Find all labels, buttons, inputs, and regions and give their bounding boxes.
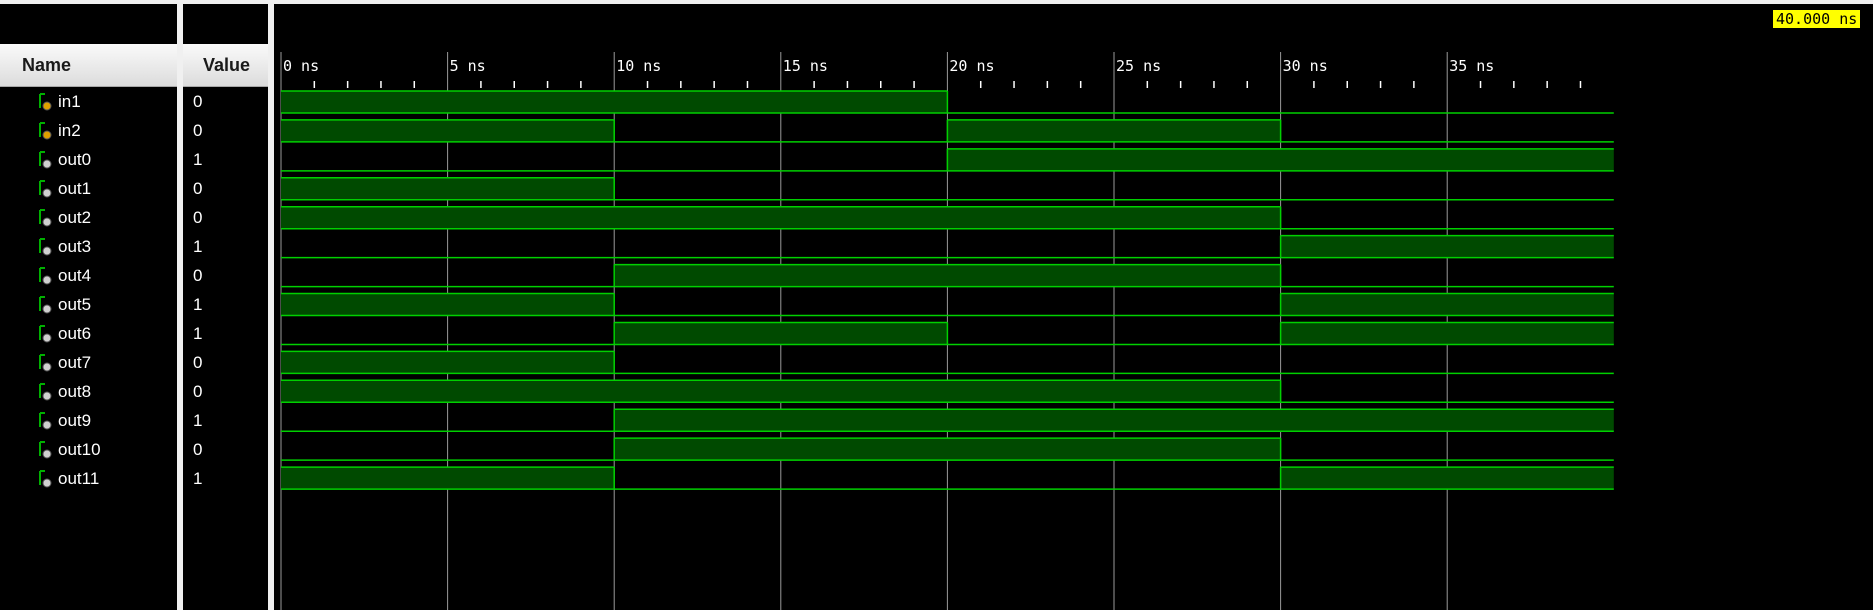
time-tick-label: 30 ns (1283, 57, 1328, 75)
name-column-header[interactable]: Name (0, 44, 177, 87)
waveform-high-region (614, 438, 1281, 461)
signal-name-label: out6 (58, 323, 92, 343)
waveform-high-region (1280, 467, 1614, 490)
output-signal-icon (36, 179, 52, 199)
waveform-viewer: Name Value in1 0 in2 0 out0 1 out1 0 out2 0 out3 1 o… (0, 0, 1873, 610)
signal-name-label: out11 (58, 468, 100, 488)
waveform-high-region (281, 467, 615, 490)
output-signal-icon (36, 208, 52, 228)
waveform-high-region (1280, 322, 1614, 345)
input-signal-icon (36, 121, 52, 141)
signal-name-label: out9 (58, 410, 92, 430)
cursor-time-label: 40.000 ns (1773, 10, 1861, 28)
waveform-high-region (947, 148, 1614, 171)
waveform-high-region (614, 264, 1281, 287)
time-tick-label: 20 ns (949, 57, 994, 75)
waveform-high-region (1280, 235, 1614, 258)
time-tick-label: 25 ns (1116, 57, 1161, 75)
waveform-high-region (614, 322, 948, 345)
output-signal-icon (36, 382, 52, 402)
output-signal-icon (36, 150, 52, 170)
signal-name-label: out8 (58, 381, 92, 401)
time-tick-label: 35 ns (1449, 57, 1494, 75)
output-signal-icon (36, 469, 52, 489)
waveform-canvas[interactable]: 0 ns 5 ns 10 ns 15 ns 20 ns 25 ns 30 ns 35 ns (274, 4, 1873, 610)
output-signal-icon (36, 353, 52, 373)
signal-name-label: out10 (58, 439, 101, 459)
waveform-high-region (281, 206, 1281, 229)
input-signal-icon (36, 92, 52, 112)
waveform-high-region (281, 119, 615, 142)
waveform-high-region (281, 177, 615, 200)
output-signal-icon (36, 411, 52, 431)
time-tick-label: 0 ns (283, 57, 319, 75)
time-tick-label: 5 ns (450, 57, 486, 75)
signal-name-label: out4 (58, 266, 92, 286)
waveform-high-region (281, 351, 615, 374)
waveform-high-region (1280, 293, 1614, 316)
signal-name-label: out3 (58, 237, 92, 257)
signal-name-label: in2 (58, 121, 81, 141)
output-signal-icon (36, 295, 52, 315)
output-signal-icon (36, 324, 52, 344)
signal-name-label: out0 (58, 150, 92, 170)
output-signal-icon (36, 266, 52, 286)
signal-name-label: out7 (58, 352, 92, 372)
signal-name-row[interactable]: out11 (36, 461, 176, 496)
waveform-high-region (281, 293, 615, 316)
waveform-high-region (281, 91, 948, 113)
waveform-high-region (947, 119, 1281, 142)
output-signal-icon (36, 237, 52, 257)
signal-name-label: out5 (58, 294, 92, 314)
output-signal-icon (36, 440, 52, 460)
signal-name-label: out2 (58, 208, 92, 228)
waveform-high-region (614, 409, 1614, 432)
signal-value: 1 (193, 468, 203, 488)
time-tick-label: 10 ns (616, 57, 661, 75)
waveform-high-region (281, 380, 1281, 403)
value-column-header[interactable]: Value (183, 44, 268, 87)
time-tick-label: 15 ns (783, 57, 828, 75)
signal-name-label: out1 (58, 179, 92, 199)
signal-name-label: in1 (58, 92, 81, 112)
